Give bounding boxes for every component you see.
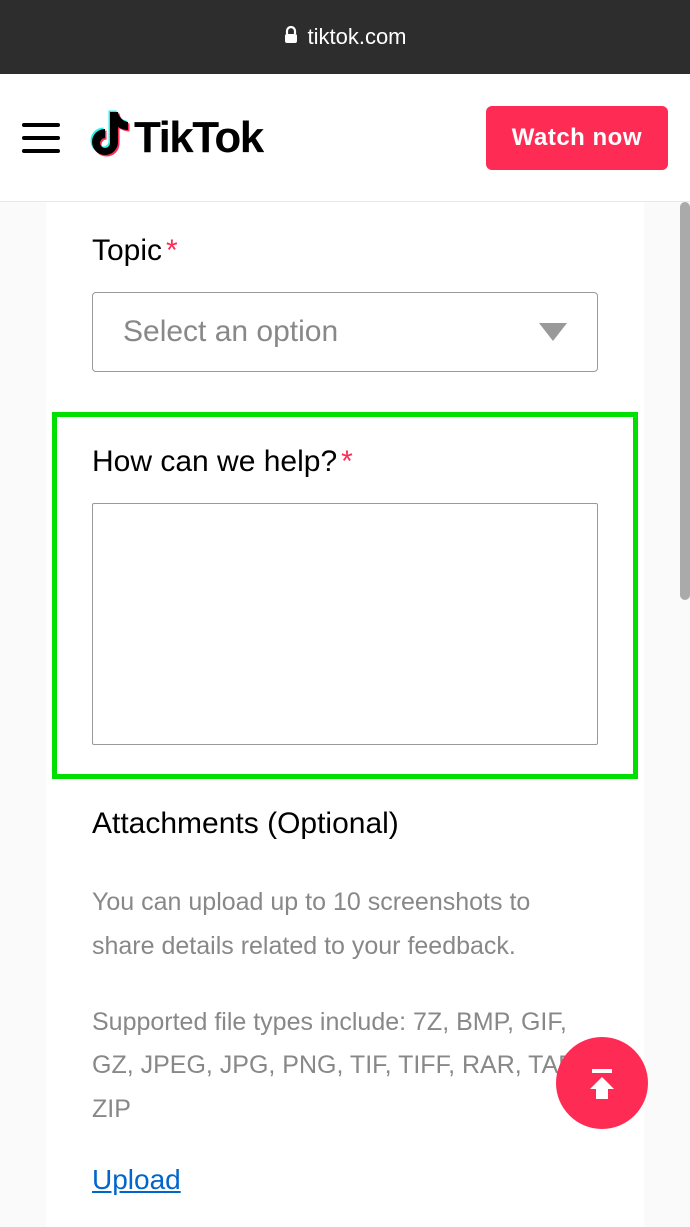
topic-field-group: Topic* Select an option (92, 234, 598, 372)
attachments-description-1: You can upload up to 10 screenshots to s… (92, 881, 598, 969)
attachments-section: Attachments (Optional) You can upload up… (92, 807, 598, 1196)
help-label: How can we help?* (92, 445, 598, 479)
scroll-to-top-button[interactable] (556, 1037, 648, 1129)
watch-now-button[interactable]: Watch now (486, 106, 668, 170)
tiktok-logo[interactable]: TikTok (82, 110, 263, 166)
required-asterisk: * (341, 445, 353, 478)
form-card: Topic* Select an option How can we help?… (46, 202, 644, 1227)
header-left: TikTok (22, 110, 263, 166)
chevron-down-icon (539, 323, 567, 341)
app-header: TikTok Watch now (0, 74, 690, 202)
topic-label-text: Topic (92, 234, 162, 267)
help-label-text: How can we help? (92, 445, 337, 478)
browser-url-bar: tiktok.com (0, 0, 690, 74)
attachments-description-2: Supported file types include: 7Z, BMP, G… (92, 1001, 598, 1132)
brand-text: TikTok (134, 113, 263, 163)
tiktok-note-icon (82, 110, 132, 166)
required-asterisk: * (166, 234, 178, 267)
topic-label: Topic* (92, 234, 598, 268)
scrollbar[interactable] (680, 202, 690, 600)
lock-icon (283, 26, 299, 49)
upload-link[interactable]: Upload (92, 1164, 181, 1195)
attachments-title: Attachments (Optional) (92, 807, 598, 841)
help-highlight-box: How can we help?* (52, 412, 638, 779)
help-textarea[interactable] (92, 503, 598, 745)
topic-placeholder: Select an option (123, 315, 338, 349)
url-text: tiktok.com (307, 24, 406, 50)
topic-select[interactable]: Select an option (92, 292, 598, 372)
arrow-up-icon (582, 1063, 622, 1103)
hamburger-menu-icon[interactable] (22, 123, 60, 153)
